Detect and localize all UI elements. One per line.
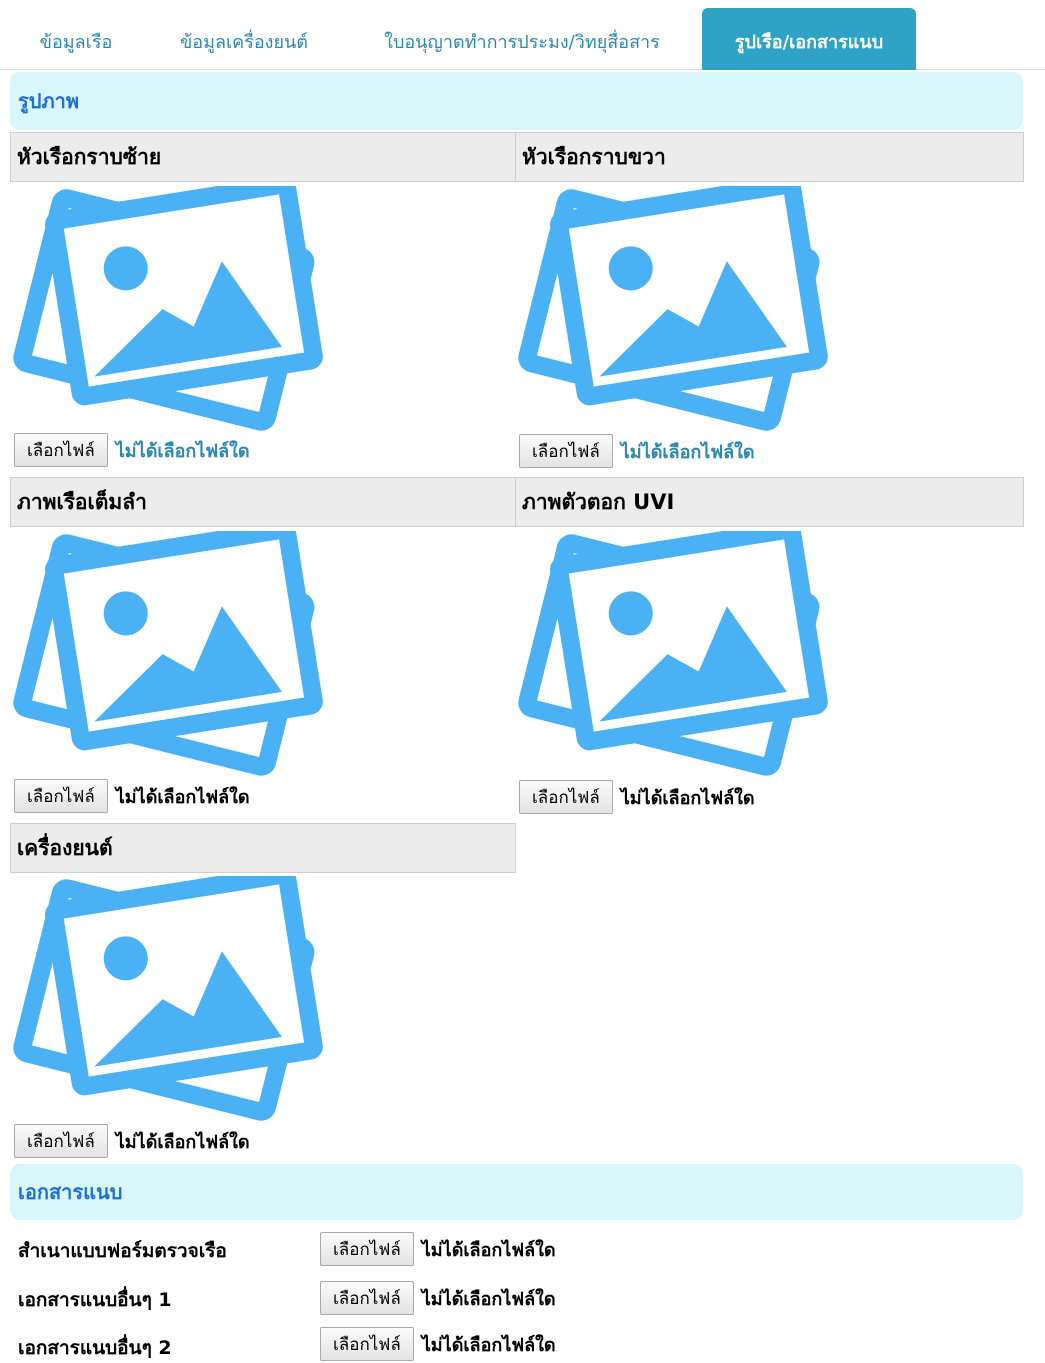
image-placeholder-icon [12,531,324,779]
attachments-section-header: เอกสารแนบ [10,1164,1023,1220]
attachment-label: เอกสารแนบอื่นๆ 2 [18,1337,172,1359]
attachment-label: เอกสารแนบอื่นๆ 1 [18,1289,172,1311]
file-input-uvi-stamp: เลือกไฟล์ ไม่ได้เลือกไฟล์ใด [519,779,755,815]
file-status-text: ไม่ได้เลือกไฟล์ใด [421,1239,556,1261]
file-status-text: ไม่ได้เลือกไฟล์ใด [115,1131,250,1153]
choose-file-button[interactable]: เลือกไฟล์ [14,779,108,813]
label-engine: เครื่องยนต์ [10,823,516,873]
file-input-bow-starboard: เลือกไฟล์ ไม่ได้เลือกไฟล์ใด [519,433,755,469]
tab-fishing-license[interactable]: ใบอนุญาตทำการประมง/วิทยุสื่อสาร [356,8,688,70]
image-placeholder-icon [517,186,829,434]
label-uvi-stamp: ภาพตัวตอก UVI [515,477,1024,527]
photos-section-header: รูปภาพ [10,72,1023,130]
image-placeholder-icon [12,876,324,1124]
choose-file-button[interactable]: เลือกไฟล์ [320,1327,414,1361]
file-input-engine: เลือกไฟล์ ไม่ได้เลือกไฟล์ใด [14,1123,250,1159]
label-bow-port: หัวเรือกราบซ้าย [10,132,516,182]
choose-file-button[interactable]: เลือกไฟล์ [519,780,613,814]
file-input-full-boat: เลือกไฟล์ ไม่ได้เลือกไฟล์ใด [14,778,250,814]
tab-engine-info[interactable]: ข้อมูลเครื่องยนต์ [156,8,332,70]
choose-file-button[interactable]: เลือกไฟล์ [519,434,613,468]
image-placeholder-icon [12,186,324,434]
file-input-other-1: เลือกไฟล์ ไม่ได้เลือกไฟล์ใด [320,1280,556,1316]
tab-photos-attachments[interactable]: รูปเรือ/เอกสารแนบ [702,8,916,70]
choose-file-button[interactable]: เลือกไฟล์ [14,1124,108,1158]
label-bow-starboard: หัวเรือกราบขวา [515,132,1024,182]
choose-file-button[interactable]: เลือกไฟล์ [320,1232,414,1266]
file-status-text: ไม่ได้เลือกไฟล์ใด [421,1288,556,1310]
file-status-text: ไม่ได้เลือกไฟล์ใด [115,786,250,808]
file-status-text: ไม่ได้เลือกไฟล์ใด [421,1334,556,1356]
attachment-label: สำเนาแบบฟอร์มตรวจเรือ [18,1240,227,1262]
tab-boat-info[interactable]: ข้อมูลเรือ [20,8,132,70]
file-input-other-2: เลือกไฟล์ ไม่ได้เลือกไฟล์ใด [320,1326,556,1362]
tab-bar: ข้อมูลเรือ ข้อมูลเครื่องยนต์ ใบอนุญาตทำก… [0,0,1045,70]
choose-file-button[interactable]: เลือกไฟล์ [14,433,108,467]
file-status-text: ไม่ได้เลือกไฟล์ใด [620,787,755,809]
file-input-bow-port: เลือกไฟล์ ไม่ได้เลือกไฟล์ใด [14,432,250,468]
choose-file-button[interactable]: เลือกไฟล์ [320,1281,414,1315]
file-input-inspection-form: เลือกไฟล์ ไม่ได้เลือกไฟล์ใด [320,1231,556,1267]
image-placeholder-icon [517,531,829,779]
file-status-text: ไม่ได้เลือกไฟล์ใด [115,440,250,462]
label-full-boat: ภาพเรือเต็มลำ [10,477,516,527]
file-status-text: ไม่ได้เลือกไฟล์ใด [620,441,755,463]
